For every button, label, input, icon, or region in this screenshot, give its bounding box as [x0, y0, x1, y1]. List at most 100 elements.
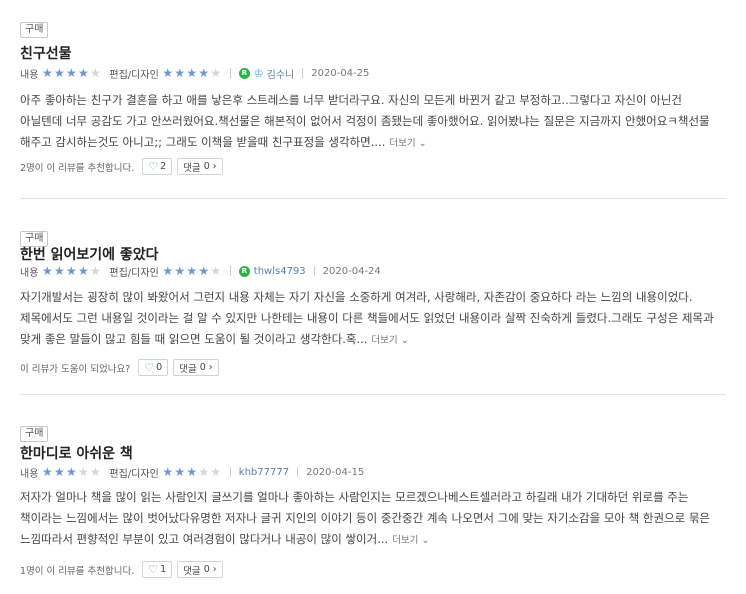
star-icon: ★	[66, 465, 77, 479]
content-rating-stars: ★ ★ ★ ★ ★	[41, 67, 101, 79]
divider	[229, 266, 231, 276]
like-button[interactable]: ♡ 2	[142, 158, 173, 175]
review-title[interactable]: 한번 읽어보기에 좋았다	[20, 246, 159, 264]
reviewer-name[interactable]: khb77777	[239, 467, 289, 478]
crown-icon: ♔	[253, 66, 264, 80]
reviewer-name[interactable]: thwls4793	[254, 266, 306, 277]
review-actions: 2명이 이 리뷰를 추천합니다. ♡ 2 댓글 0 ›	[20, 158, 223, 175]
star-icon: ★	[210, 264, 222, 278]
design-rating-label: 편집/디자인	[109, 267, 159, 279]
star-icon: ★	[186, 66, 198, 80]
review-date: 2020-04-25	[311, 67, 370, 79]
content-rating-label: 내용	[20, 267, 39, 279]
star-icon: ★	[90, 264, 101, 278]
star-icon: ★	[54, 264, 65, 278]
review-actions: 이 리뷰가 도움이 되었나요? ♡ 0 댓글 0 ›	[20, 359, 219, 376]
design-rating-stars: ★ ★ ★ ★ ★	[162, 466, 222, 478]
more-link[interactable]: 더보기 ⌄	[371, 335, 408, 346]
review-item: 구매 한번 읽어보기에 좋았다 내용 ★ ★ ★ ★ ★ 편집/디자인 ★ ★ …	[20, 231, 730, 381]
star-icon: ★	[42, 465, 53, 479]
star-icon: ★	[90, 465, 101, 479]
star-icon: ★	[210, 465, 222, 479]
review-text: 아주 좋아하는 친구가 결혼을 하고 애를 낳은후 스트레스를 너무 받더라구요…	[20, 93, 710, 149]
divider	[302, 68, 304, 78]
recommend-text: 2명이 이 리뷰를 추천합니다.	[20, 162, 135, 174]
chevron-right-icon: ›	[208, 362, 213, 373]
comment-count: 0	[199, 362, 206, 373]
review-item: 구매 친구선물 내용 ★ ★ ★ ★ ★ 편집/디자인 ★ ★ ★ ★ ★ R …	[20, 22, 730, 182]
divider	[313, 266, 315, 276]
design-rating-label: 편집/디자인	[109, 69, 159, 81]
design-rating-label: 편집/디자인	[109, 468, 159, 480]
chevron-down-icon: ⌄	[400, 335, 409, 346]
review-date: 2020-04-24	[322, 265, 381, 277]
star-icon: ★	[90, 66, 101, 80]
more-link[interactable]: 더보기 ⌄	[389, 138, 426, 149]
heart-icon: ♡	[148, 563, 159, 576]
star-icon: ★	[174, 66, 186, 80]
star-icon: ★	[78, 66, 89, 80]
star-icon: ★	[198, 264, 210, 278]
divider	[20, 394, 726, 395]
reviewer-grade-icon: R	[238, 265, 250, 277]
star-icon: ★	[186, 465, 198, 479]
content-rating-label: 내용	[20, 468, 39, 480]
comment-button[interactable]: 댓글 0 ›	[177, 158, 223, 175]
star-icon: ★	[198, 465, 210, 479]
star-icon: ★	[162, 465, 174, 479]
design-rating-stars: ★ ★ ★ ★ ★	[162, 265, 222, 277]
recommend-text: 이 리뷰가 도움이 되었나요?	[20, 363, 131, 375]
like-count: 1	[160, 564, 167, 575]
more-link[interactable]: 더보기 ⌄	[392, 535, 429, 546]
star-icon: ★	[66, 264, 77, 278]
star-icon: ★	[66, 66, 77, 80]
star-icon: ★	[162, 66, 174, 80]
star-icon: ★	[42, 66, 53, 80]
star-icon: ★	[210, 66, 222, 80]
review-title[interactable]: 한마디로 아쉬운 책	[20, 445, 133, 463]
review-text: 자기개발서는 굉장히 많이 봐왔어서 그런지 내용 자체는 자기 자신을 소중하…	[20, 290, 714, 346]
divider	[20, 198, 726, 199]
review-text: 저자가 얼마나 책을 많이 읽는 사람인지 글쓰기를 얼마나 좋아하는 사람인지…	[20, 490, 711, 546]
comment-button[interactable]: 댓글 0 ›	[173, 359, 219, 376]
divider	[229, 467, 231, 477]
review-meta: 내용 ★ ★ ★ ★ ★ 편집/디자인 ★ ★ ★ ★ ★ R thwls479…	[20, 264, 381, 279]
like-count: 0	[156, 362, 163, 373]
star-icon: ★	[42, 264, 53, 278]
review-title[interactable]: 친구선물	[20, 45, 72, 63]
reviewer-name[interactable]: 김수니	[267, 66, 295, 81]
comment-count: 0	[203, 564, 210, 575]
content-rating-label: 내용	[20, 69, 39, 81]
heart-icon: ♡	[144, 361, 155, 374]
star-icon: ★	[78, 264, 89, 278]
star-icon: ★	[162, 264, 174, 278]
star-icon: ★	[54, 465, 65, 479]
content-rating-stars: ★ ★ ★ ★ ★	[41, 466, 101, 478]
review-body: 아주 좋아하는 친구가 결혼을 하고 애를 낳은후 스트레스를 너무 받더라구요…	[20, 90, 725, 154]
star-icon: ★	[174, 465, 186, 479]
like-count: 2	[160, 161, 167, 172]
content-rating-stars: ★ ★ ★ ★ ★	[41, 265, 101, 277]
review-body: 자기개발서는 굉장히 많이 봐왔어서 그런지 내용 자체는 자기 자신을 소중하…	[20, 287, 725, 351]
star-icon: ★	[198, 66, 210, 80]
purchase-badge: 구매	[20, 22, 49, 38]
comment-button[interactable]: 댓글 0 ›	[177, 561, 223, 578]
review-body: 저자가 얼마나 책을 많이 읽는 사람인지 글쓰기를 얼마나 좋아하는 사람인지…	[20, 487, 725, 551]
heart-icon: ♡	[148, 160, 159, 173]
purchase-badge: 구매	[20, 231, 49, 247]
star-icon: ★	[174, 264, 186, 278]
review-item: 구매 한마디로 아쉬운 책 내용 ★ ★ ★ ★ ★ 편집/디자인 ★ ★ ★ …	[20, 426, 730, 586]
chevron-down-icon: ⌄	[418, 138, 427, 149]
reviewer-grade-icon: R	[238, 67, 250, 79]
star-icon: ★	[186, 264, 198, 278]
like-button[interactable]: ♡ 1	[142, 561, 173, 578]
like-button[interactable]: ♡ 0	[138, 359, 169, 376]
review-date: 2020-04-15	[306, 466, 365, 478]
recommend-text: 1명이 이 리뷰를 추천합니다.	[20, 565, 135, 577]
review-meta: 내용 ★ ★ ★ ★ ★ 편집/디자인 ★ ★ ★ ★ ★ R ♔ 김수니 20…	[20, 66, 370, 81]
design-rating-stars: ★ ★ ★ ★ ★	[162, 67, 222, 79]
review-meta: 내용 ★ ★ ★ ★ ★ 편집/디자인 ★ ★ ★ ★ ★ khb77777 2…	[20, 465, 365, 480]
star-icon: ★	[78, 465, 89, 479]
divider	[297, 467, 299, 477]
chevron-right-icon: ›	[212, 161, 217, 172]
